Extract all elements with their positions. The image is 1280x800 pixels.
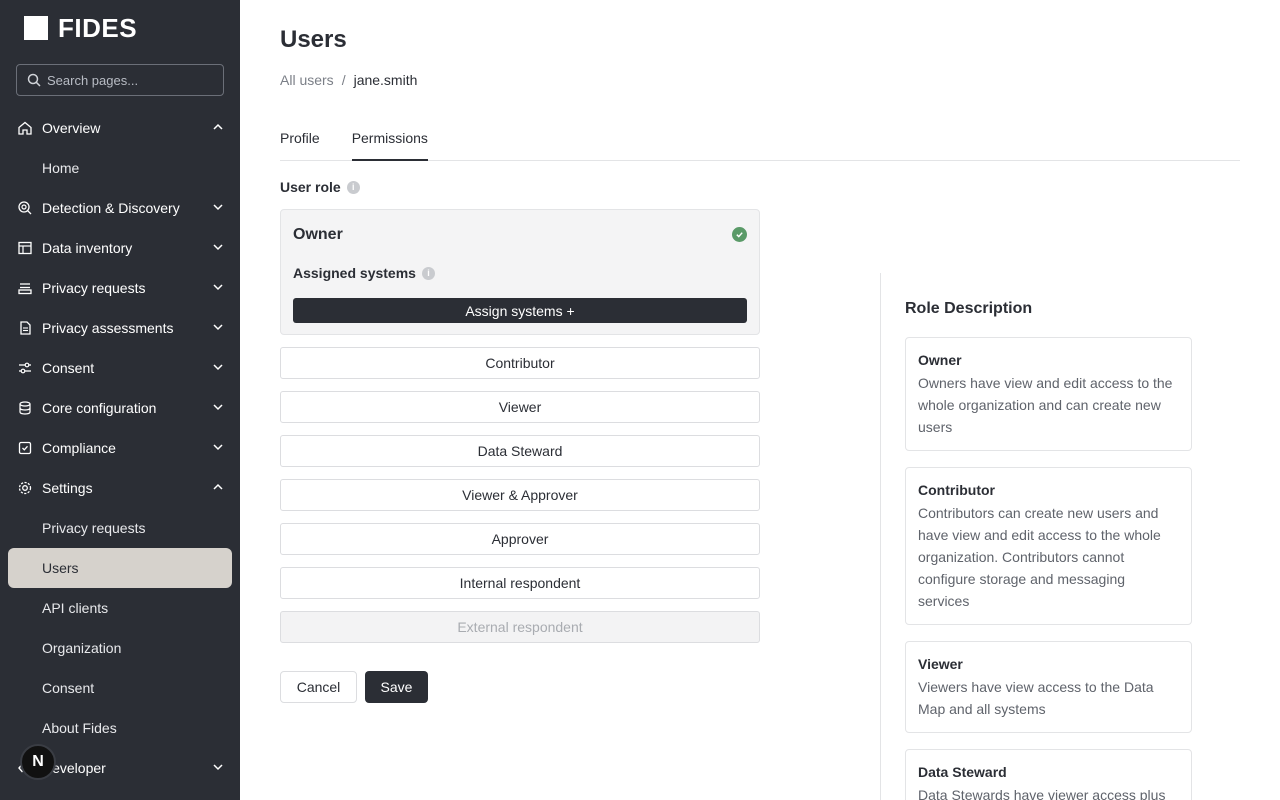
breadcrumb-separator: / <box>341 72 346 88</box>
nav-compliance-label: Compliance <box>42 440 116 456</box>
table-icon <box>16 239 34 257</box>
role-description-data-steward: Data Steward Data Stewards have viewer a… <box>905 749 1192 800</box>
role-option-owner-selected[interactable]: Owner Assigned systems i Assign systems … <box>280 209 760 335</box>
breadcrumb: All users / jane.smith <box>280 72 417 88</box>
nav-core-configuration[interactable]: Core configuration <box>0 388 240 428</box>
check-circle-icon <box>732 227 747 242</box>
nextjs-badge[interactable]: N <box>20 744 56 780</box>
chevron-down-icon <box>213 364 223 371</box>
tab-permissions[interactable]: Permissions <box>351 118 429 161</box>
chevron-down-icon <box>213 404 223 411</box>
info-icon[interactable]: i <box>421 266 435 280</box>
nav-core-configuration-label: Core configuration <box>42 400 157 416</box>
role-description-data-steward-text: Data Stewards have viewer access plus <box>918 787 1166 800</box>
chevron-up-icon <box>213 123 223 130</box>
role-option-external-respondent: External respondent <box>280 611 760 643</box>
main-content: Users All users / jane.smith Profile Per… <box>240 0 1280 800</box>
role-option-viewer-approver[interactable]: Viewer & Approver <box>280 479 760 511</box>
user-role-heading: User role i <box>280 179 360 195</box>
nav-privacy-requests-label: Privacy requests <box>42 280 146 296</box>
nav-settings-organization[interactable]: Organization <box>0 628 240 668</box>
nav-data-inventory[interactable]: Data inventory <box>0 228 240 268</box>
nav-settings-privacy-requests[interactable]: Privacy requests <box>0 508 240 548</box>
role-option-contributor[interactable]: Contributor <box>280 347 760 379</box>
save-button[interactable]: Save <box>365 671 428 703</box>
chevron-down-icon <box>213 284 223 291</box>
nav-privacy-assessments-label: Privacy assessments <box>42 320 174 336</box>
nav-overview-label: Overview <box>42 120 101 136</box>
role-description-viewer-text: Viewers have view access to the Data Map… <box>918 679 1154 717</box>
nav-settings-consent[interactable]: Consent <box>0 668 240 708</box>
breadcrumb-all-users[interactable]: All users <box>280 72 334 88</box>
tab-bar: Profile Permissions <box>280 118 1240 161</box>
radar-icon <box>16 199 34 217</box>
nav-settings-api-clients[interactable]: API clients <box>0 588 240 628</box>
sliders-icon <box>16 359 34 377</box>
nav-consent-label: Consent <box>42 360 95 376</box>
breadcrumb-current: jane.smith <box>353 72 418 88</box>
nav-detection-label: Detection & Discovery <box>42 200 180 216</box>
user-role-label: User role <box>280 179 341 195</box>
nav-detection-discovery[interactable]: Detection & Discovery <box>0 188 240 228</box>
document-icon <box>16 319 34 337</box>
role-description-contributor-name: Contributor <box>918 482 995 498</box>
logo-mark <box>24 16 48 40</box>
role-description-viewer-name: Viewer <box>918 656 963 672</box>
role-option-approver[interactable]: Approver <box>280 523 760 555</box>
sidebar: FIDES Overview Home Detection & Discover… <box>0 0 240 800</box>
assigned-systems-heading: Assigned systems i <box>293 265 435 281</box>
role-option-data-steward[interactable]: Data Steward <box>280 435 760 467</box>
page-title: Users <box>280 26 347 53</box>
gear-icon <box>16 479 34 497</box>
role-description-contributor-text: Contributors can create new users and ha… <box>918 505 1161 609</box>
search-icon <box>27 73 41 87</box>
nav-settings-about[interactable]: About Fides <box>0 708 240 748</box>
role-option-internal-respondent[interactable]: Internal respondent <box>280 567 760 599</box>
nav-privacy-requests[interactable]: Privacy requests <box>0 268 240 308</box>
assign-systems-button[interactable]: Assign systems + <box>293 298 747 323</box>
nav-settings-label: Settings <box>42 480 93 496</box>
chevron-down-icon <box>213 444 223 451</box>
chevron-down-icon <box>213 204 223 211</box>
role-description-owner-name: Owner <box>918 352 962 368</box>
nav-privacy-assessments[interactable]: Privacy assessments <box>0 308 240 348</box>
role-option-viewer[interactable]: Viewer <box>280 391 760 423</box>
home-icon <box>16 119 34 137</box>
info-icon[interactable]: i <box>346 180 360 194</box>
role-description-title: Role Description <box>905 300 1033 317</box>
role-description-owner: Owner Owners have view and edit access t… <box>905 337 1192 451</box>
database-icon <box>16 399 34 417</box>
sidebar-nav: Overview Home Detection & Discovery Data… <box>0 108 240 788</box>
nav-settings[interactable]: Settings <box>0 468 240 508</box>
search-input[interactable] <box>47 72 217 88</box>
chevron-down-icon <box>213 324 223 331</box>
role-description-contributor: Contributor Contributors can create new … <box>905 467 1192 625</box>
nav-settings-users[interactable]: Users <box>8 548 232 588</box>
role-description-panel: Role Description Owner Owners have view … <box>880 273 1280 800</box>
chevron-down-icon <box>213 244 223 251</box>
nav-overview[interactable]: Overview <box>0 108 240 148</box>
fides-logo[interactable]: FIDES <box>24 13 137 43</box>
nav-compliance[interactable]: Compliance <box>0 428 240 468</box>
nav-consent[interactable]: Consent <box>0 348 240 388</box>
brand-name: FIDES <box>58 12 138 43</box>
nav-data-inventory-label: Data inventory <box>42 240 133 256</box>
nav-home[interactable]: Home <box>0 148 240 188</box>
role-description-owner-text: Owners have view and edit access to the … <box>918 375 1173 435</box>
chevron-up-icon <box>213 483 223 490</box>
shield-icon <box>16 439 34 457</box>
selected-role-name: Owner <box>293 226 343 243</box>
chevron-down-icon <box>213 764 223 771</box>
role-description-data-steward-name: Data Steward <box>918 764 1007 780</box>
search-box[interactable] <box>16 64 224 96</box>
cancel-button[interactable]: Cancel <box>280 671 357 703</box>
inbox-icon <box>16 279 34 297</box>
assigned-systems-label: Assigned systems <box>293 265 416 281</box>
role-description-viewer: Viewer Viewers have view access to the D… <box>905 641 1192 733</box>
tab-profile[interactable]: Profile <box>280 118 320 160</box>
